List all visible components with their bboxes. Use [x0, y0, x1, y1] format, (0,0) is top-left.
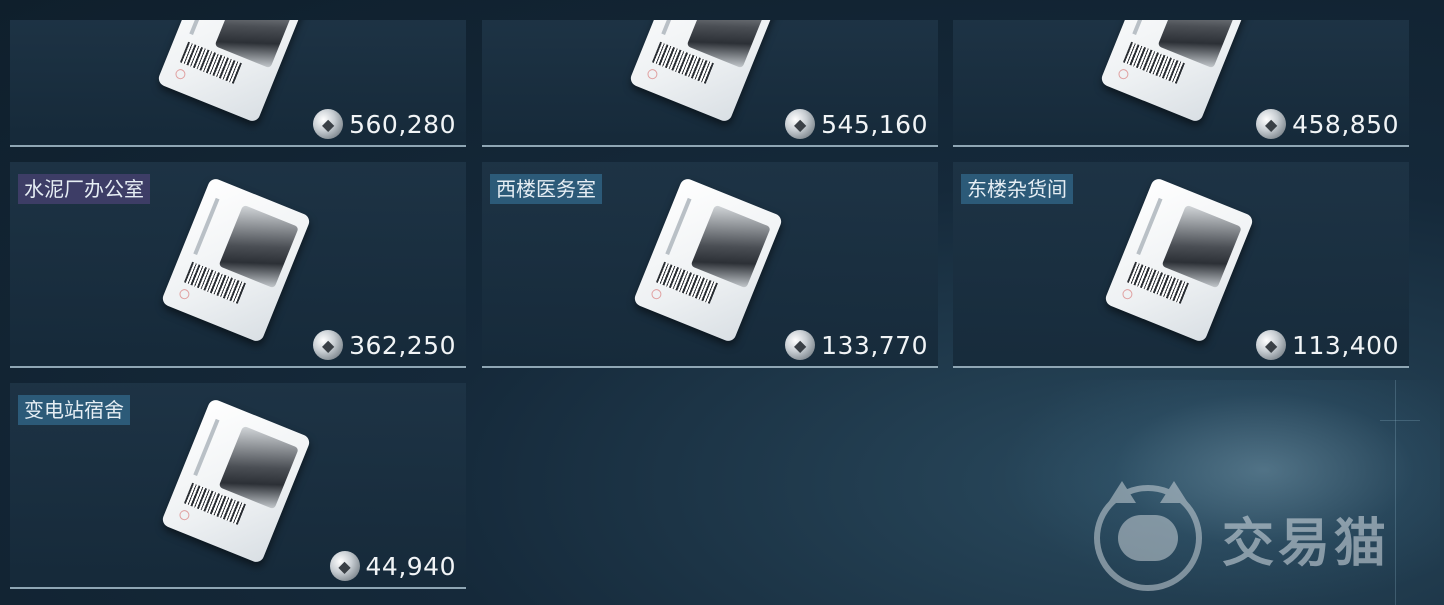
item-card[interactable]: 水泥厂办公室 ◆ 362,250 — [10, 162, 466, 368]
item-card[interactable]: 西楼医务室 ◆ 133,770 — [482, 162, 938, 368]
coin-icon: ◆ — [313, 109, 344, 139]
background-line — [1380, 420, 1420, 421]
coin-icon: ◆ — [785, 109, 816, 139]
coin-icon: ◆ — [1256, 109, 1287, 139]
keycard-icon — [1103, 176, 1255, 344]
item-price: ◆ 113,400 — [1256, 330, 1399, 360]
background-line — [1395, 380, 1396, 605]
item-card[interactable]: 东楼杂货间 ◆ 113,400 — [953, 162, 1409, 368]
keycard-icon — [160, 176, 312, 344]
price-value: 133,770 — [821, 330, 928, 360]
coin-icon: ◆ — [313, 330, 344, 360]
coin-icon: ◆ — [1256, 330, 1287, 360]
watermark-text: 交易猫 — [1222, 513, 1391, 574]
item-price: ◆ 545,160 — [785, 109, 928, 139]
item-card[interactable]: 变电站宿舍 ◆ 44,940 — [10, 383, 466, 589]
price-value: 362,250 — [349, 330, 456, 360]
item-price: ◆ 560,280 — [313, 109, 456, 139]
item-name: 变电站宿舍 — [18, 395, 130, 425]
keycard-icon — [1099, 20, 1251, 124]
item-name: 水泥厂办公室 — [18, 174, 150, 204]
item-card[interactable]: ◆ 545,160 — [482, 20, 938, 147]
price-value: 458,850 — [1292, 109, 1399, 139]
item-price: ◆ 44,940 — [329, 551, 456, 581]
keycard-icon — [156, 20, 308, 124]
price-value: 113,400 — [1292, 330, 1399, 360]
item-name: 西楼医务室 — [490, 174, 602, 204]
price-value: 44,940 — [365, 551, 456, 581]
item-price: ◆ 458,850 — [1256, 109, 1399, 139]
price-value: 545,160 — [821, 109, 928, 139]
item-price: ◆ 362,250 — [313, 330, 456, 360]
keycard-icon — [160, 397, 312, 565]
coin-icon: ◆ — [329, 551, 360, 581]
price-value: 560,280 — [349, 109, 456, 139]
keycard-icon — [632, 176, 784, 344]
item-name: 东楼杂货间 — [961, 174, 1073, 204]
cat-logo-icon — [1094, 481, 1202, 591]
item-price: ◆ 133,770 — [785, 330, 928, 360]
item-card[interactable]: ◆ 560,280 — [10, 20, 466, 147]
keycard-icon — [628, 20, 780, 124]
watermark: 交易猫 — [1094, 481, 1391, 591]
coin-icon: ◆ — [785, 330, 816, 360]
item-card[interactable]: ◆ 458,850 — [953, 20, 1409, 147]
